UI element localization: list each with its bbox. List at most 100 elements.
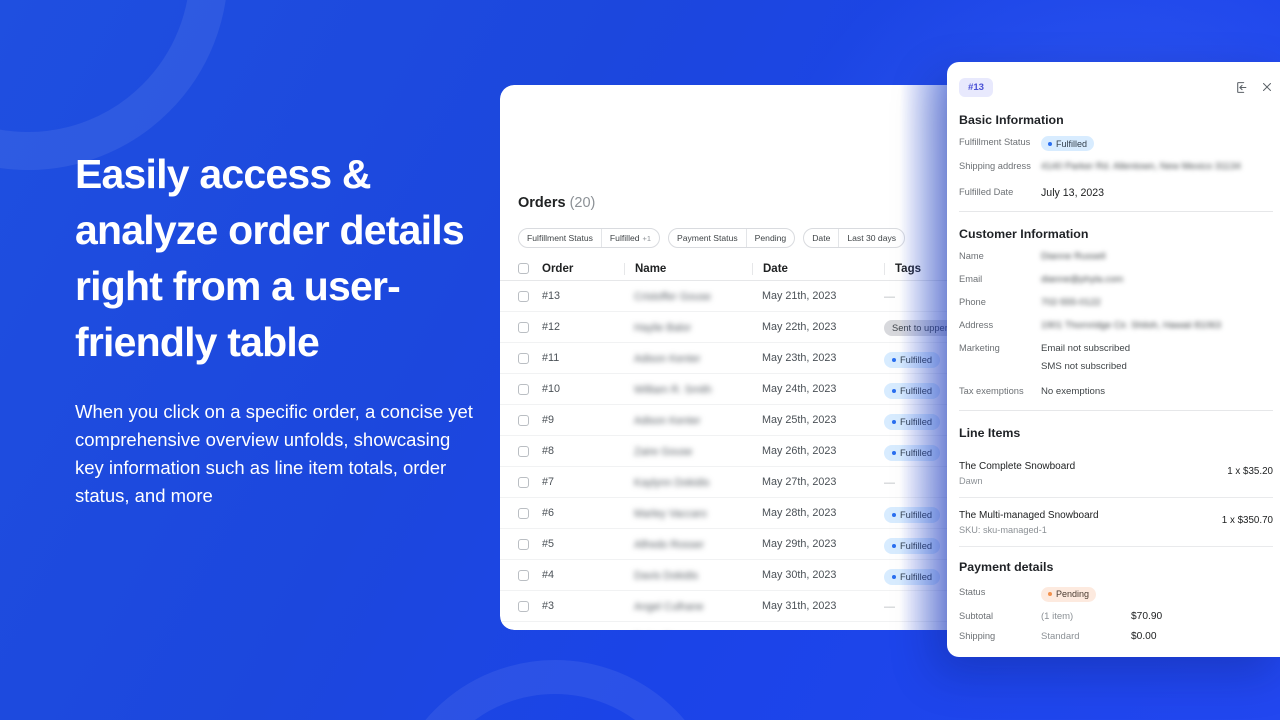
row-checkbox[interactable]	[518, 445, 529, 457]
row-checkbox[interactable]	[518, 290, 529, 302]
filter-label[interactable]: Fulfillment Status	[519, 229, 601, 247]
cell-date: May 31th, 2023	[762, 600, 837, 612]
collapse-panel-icon[interactable]	[1235, 81, 1248, 94]
column-header-name[interactable]: Name	[624, 262, 752, 275]
filter-value[interactable]: Last 30 days	[838, 229, 904, 247]
fulfillment-status-value: Fulfilled	[1041, 136, 1095, 151]
filter-extra-count: +1	[642, 233, 651, 243]
customer-name-label: Name	[959, 251, 984, 261]
cell-order: #5	[542, 538, 555, 550]
subcopy: When you click on a specific order, a co…	[75, 401, 473, 506]
cell-name: Dulce Press	[624, 628, 752, 630]
row-select-cell[interactable]	[518, 445, 542, 457]
cell-order: #10	[542, 383, 561, 395]
tag-badge-label: Fulfilled	[900, 571, 933, 582]
column-header-date[interactable]: Date	[752, 262, 884, 275]
row-checkbox[interactable]	[518, 352, 529, 364]
close-icon[interactable]	[1261, 81, 1273, 93]
tag-badge: Fulfilled	[884, 444, 941, 461]
line-item-name: The Multi-managed Snowboard	[959, 510, 1099, 521]
line-item-quantity-price: 1 x $350.70	[1221, 515, 1273, 526]
customer-phone-label: Phone	[959, 297, 986, 307]
filter-row: Fulfillment Status Fulfilled +1 Payment Sta…	[518, 228, 906, 248]
decorative-ring-top-left	[0, 0, 228, 170]
tag-empty: —	[884, 291, 895, 303]
promo-screenshot: Easily access & analyze order details ri…	[0, 0, 1280, 720]
status-dot-icon	[892, 574, 896, 579]
cell-date: May 30th, 2023	[762, 569, 837, 581]
tag-badge: Fulfilled	[884, 568, 941, 585]
cell-date: May 26th, 2023	[762, 445, 837, 457]
divider	[959, 211, 1273, 212]
customer-name-redacted: Cristoffer Gouse	[634, 291, 711, 303]
select-all-cell[interactable]	[518, 263, 542, 274]
line-item-info: The Multi-managed Snowboard SKU: sku-mana…	[959, 509, 1099, 535]
cell-name: Marley Vaccaro	[624, 504, 752, 522]
row-select-cell[interactable]	[518, 414, 542, 426]
cell-name: Angel Culhane	[624, 597, 752, 615]
filter-pill-1[interactable]: Payment Status Pending	[667, 228, 796, 248]
filter-pill-2[interactable]: Date Last 30 days	[803, 228, 906, 248]
tag-badge: Fulfilled	[884, 537, 941, 554]
row-checkbox[interactable]	[518, 507, 529, 519]
select-all-checkbox[interactable]	[518, 263, 529, 274]
row-checkbox[interactable]	[518, 414, 529, 426]
divider	[959, 410, 1273, 411]
customer-email-row: Email dianne@phyla.com	[959, 273, 1273, 287]
cell-date: May 25th, 2023	[762, 414, 837, 426]
basic-information-title: Basic Information	[959, 113, 1064, 127]
row-select-cell[interactable]	[518, 538, 542, 550]
row-select-cell[interactable]	[518, 290, 542, 302]
cell-name: Kaylynn Dokidis	[624, 473, 752, 491]
customer-name-redacted: Zaire Gouse	[634, 446, 693, 458]
payment-status-value: Pending	[1041, 583, 1097, 602]
row-checkbox[interactable]	[518, 321, 529, 333]
row-checkbox[interactable]	[518, 383, 529, 395]
cell-order: #6	[542, 507, 555, 519]
status-badge-pending: Pending	[1041, 586, 1097, 602]
row-checkbox[interactable]	[518, 600, 529, 612]
customer-name-value: Dianne Russell	[1041, 251, 1106, 262]
fulfilled-date-value: July 13, 2023	[1041, 187, 1105, 199]
marketing-sms-value: SMS not subscribed	[1041, 361, 1127, 372]
row-select-cell[interactable]	[518, 352, 542, 364]
row-select-cell[interactable]	[518, 507, 542, 519]
cell-name: Haylie Balor	[624, 318, 752, 336]
cell-name: Cristoffer Gouse	[624, 287, 752, 305]
row-select-cell[interactable]	[518, 383, 542, 395]
filter-label[interactable]: Payment Status	[669, 229, 746, 247]
marketing-copy: Easily access & analyze order details ri…	[75, 146, 475, 510]
filter-value[interactable]: Fulfilled +1	[600, 229, 659, 247]
customer-name-row: Name Dianne Russell	[959, 250, 1273, 264]
orders-count: (20)	[569, 195, 596, 211]
cell-date: May 22th, 2023	[762, 321, 837, 333]
tag-badge-label: Fulfilled	[900, 540, 933, 551]
row-select-cell[interactable]	[518, 321, 542, 333]
tag-badge-label: Fulfilled	[900, 416, 933, 427]
row-select-cell[interactable]	[518, 569, 542, 581]
row-checkbox[interactable]	[518, 538, 529, 550]
filter-value[interactable]: Pending	[745, 229, 795, 247]
tag-badge: Fulfilled	[884, 382, 941, 399]
tag-badge-label: Fulfilled	[900, 354, 933, 365]
filter-pill-0[interactable]: Fulfillment Status Fulfilled +1	[518, 228, 660, 248]
fulfillment-status-label: Fulfillment Status	[959, 137, 1031, 147]
cell-order: #3	[542, 600, 555, 612]
row-select-cell[interactable]	[518, 476, 542, 488]
cell-date: May 28th, 2023	[762, 507, 837, 519]
column-header-order[interactable]: Order	[542, 263, 624, 275]
tag-badge: Sent to upper	[884, 320, 956, 336]
order-detail-panel: #13 Basic Information Fulfillment Status	[947, 62, 1280, 657]
shipping-address-row: Shipping address 4140 Parker Rd. Allento…	[959, 160, 1273, 174]
row-checkbox[interactable]	[518, 476, 529, 488]
filter-label[interactable]: Date	[804, 229, 838, 247]
row-checkbox[interactable]	[518, 569, 529, 581]
tag-badge-label: Sent to upper	[892, 323, 948, 333]
row-select-cell[interactable]	[518, 600, 542, 612]
status-badge-fulfilled: Fulfilled	[1041, 136, 1095, 151]
cell-date: May 27th, 2023	[762, 476, 837, 488]
line-item: The Multi-managed Snowboard SKU: sku-mana…	[959, 498, 1273, 547]
customer-name-redacted: Adison Kenter	[634, 415, 701, 427]
tax-exemptions-label: Tax exemptions	[959, 386, 1024, 396]
customer-address-row: Address 1901 Thornridge Cir. Shiloh, Haw…	[959, 319, 1273, 333]
